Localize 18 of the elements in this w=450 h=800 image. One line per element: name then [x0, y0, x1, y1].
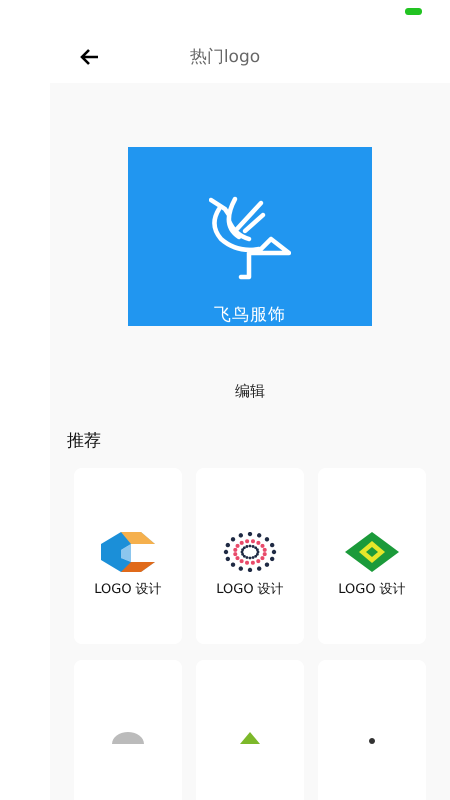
diamond-logo-icon — [345, 532, 399, 572]
logo-card[interactable] — [196, 660, 304, 800]
logo-card[interactable] — [74, 660, 182, 800]
logo-caption: LOGO 设计 — [94, 581, 162, 598]
leaf-logo-icon — [240, 732, 260, 744]
edit-button[interactable]: 编辑 — [225, 378, 275, 405]
flower-logo-icon — [223, 532, 277, 572]
logo-card[interactable] — [318, 660, 426, 800]
page-title: 热门logo — [190, 46, 260, 68]
brand-name: 飞鸟服饰 — [214, 304, 286, 326]
logo-caption: LOGO 设计 — [338, 581, 406, 598]
logo-card[interactable]: LOGO 设计 — [74, 468, 182, 644]
logo-card[interactable]: LOGO 设计 — [196, 468, 304, 644]
battery-icon — [405, 8, 422, 15]
logo-card[interactable]: LOGO 设计 — [318, 468, 426, 644]
cube-logo-icon — [101, 532, 155, 572]
section-title: 推荐 — [67, 430, 102, 452]
logo-caption: LOGO 设计 — [216, 581, 284, 598]
